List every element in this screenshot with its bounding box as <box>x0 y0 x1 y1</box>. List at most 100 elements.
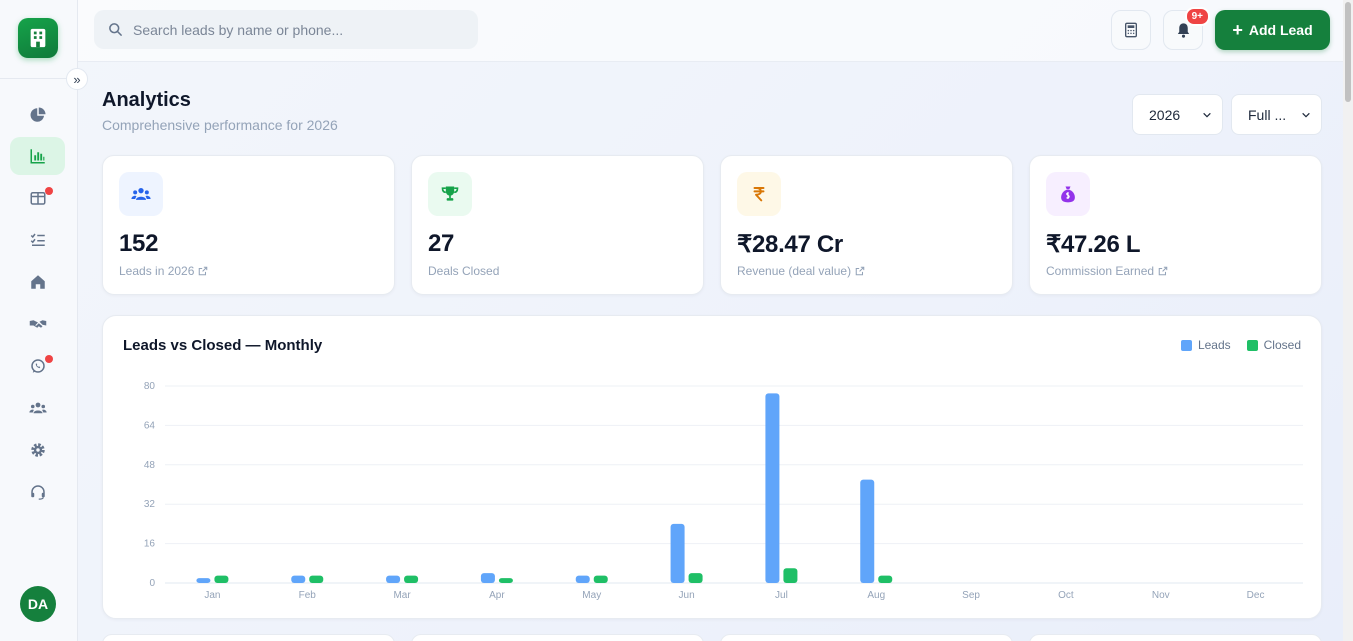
calculator-button[interactable] <box>1111 10 1151 50</box>
y-tick-label: 80 <box>144 381 156 392</box>
page-subtitle: Comprehensive performance for 2026 <box>102 117 338 133</box>
chevron-down-icon <box>1302 112 1310 118</box>
board-icon <box>30 192 45 205</box>
y-tick-label: 16 <box>144 539 156 550</box>
y-tick-label: 32 <box>144 499 156 510</box>
sidebar: DA <box>0 0 78 641</box>
kpi-label: Commission Earned <box>1046 264 1168 278</box>
bar-leads-feb[interactable] <box>291 575 306 583</box>
add-lead-button[interactable]: + Add Lead <box>1215 10 1330 50</box>
kpi-value: 152 <box>119 230 159 257</box>
x-tick-label: Sep <box>962 590 980 601</box>
money-bag-icon <box>1061 186 1075 203</box>
kpi-label: Leads in 2026 <box>119 264 208 278</box>
external-link-icon <box>199 266 208 276</box>
kpi-icon-box <box>119 172 163 216</box>
kpi-value: ₹47.26 L <box>1046 231 1141 258</box>
kpi-label: Deals Closed <box>428 264 499 278</box>
kpi-card-commission[interactable]: ₹47.26 L Commission Earned <box>1029 155 1322 295</box>
next-card <box>411 634 704 641</box>
kpi-label-text: Leads in 2026 <box>119 264 195 278</box>
kpi-card-revenue[interactable]: ₹28.47 Cr Revenue (deal value) <box>720 155 1013 295</box>
search-icon <box>109 23 122 36</box>
bar-leads-jun[interactable] <box>670 523 685 583</box>
bar-leads-mar[interactable] <box>386 575 401 583</box>
x-tick-label: Feb <box>299 590 317 601</box>
plus-icon: + <box>1232 20 1243 40</box>
kpi-label: Revenue (deal value) <box>737 264 865 278</box>
y-tick-label: 64 <box>144 420 156 431</box>
bar-closed-apr[interactable] <box>498 578 513 583</box>
x-tick-label: Jan <box>204 590 220 601</box>
sidebar-item-team[interactable] <box>10 389 65 427</box>
app-logo[interactable] <box>18 18 58 58</box>
bar-leads-jul[interactable] <box>765 393 780 583</box>
handshake-icon <box>29 320 46 328</box>
kpi-card-leads[interactable]: 152 Leads in 2026 <box>102 155 395 295</box>
bar-closed-jun[interactable] <box>688 573 703 583</box>
notification-dot <box>45 187 53 195</box>
kpi-card-deals[interactable]: 27 Deals Closed <box>411 155 704 295</box>
bar-closed-mar[interactable] <box>404 575 419 583</box>
bar-leads-jan[interactable] <box>196 578 211 583</box>
next-card <box>1029 634 1322 641</box>
sidebar-item-deals[interactable] <box>10 305 65 343</box>
page-title: Analytics <box>102 89 191 111</box>
search-input[interactable] <box>133 21 453 38</box>
year-select[interactable]: 2026 <box>1132 94 1223 135</box>
year-select-value: 2026 <box>1149 106 1181 123</box>
next-card <box>720 634 1013 641</box>
kpi-value: ₹28.47 Cr <box>737 231 843 258</box>
sidebar-item-properties[interactable] <box>10 263 65 301</box>
whatsapp-icon <box>30 359 45 373</box>
notifications-button[interactable]: 9+ <box>1163 7 1210 50</box>
kpi-icon-box <box>737 172 781 216</box>
external-link-icon <box>1158 266 1168 276</box>
bar-leads-may[interactable] <box>575 575 590 583</box>
add-lead-label: Add Lead <box>1248 22 1313 38</box>
x-tick-label: Aug <box>867 590 885 601</box>
bar-leads-aug[interactable] <box>860 479 875 583</box>
bar-closed-jan[interactable] <box>214 575 229 583</box>
kpi-icon-box <box>1046 172 1090 216</box>
gear-icon <box>30 443 45 457</box>
bar-closed-jul[interactable] <box>783 568 798 583</box>
sidebar-item-pipeline[interactable] <box>10 179 65 217</box>
period-select[interactable]: Full ... <box>1231 94 1322 135</box>
bar-closed-may[interactable] <box>593 575 608 583</box>
sidebar-item-tasks[interactable] <box>10 221 65 259</box>
avatar[interactable]: DA <box>20 586 56 622</box>
page-scrollbar[interactable] <box>1343 0 1353 641</box>
kpi-label-text: Commission Earned <box>1046 264 1155 278</box>
sidebar-collapse-button[interactable]: » <box>66 68 88 90</box>
checklist-icon <box>30 233 45 246</box>
search-box[interactable] <box>94 10 478 49</box>
kpi-icon-box <box>428 172 472 216</box>
pie-chart-icon <box>30 107 45 122</box>
users-icon <box>28 402 47 414</box>
x-tick-label: Oct <box>1058 590 1074 601</box>
bar-leads-apr[interactable] <box>480 573 495 583</box>
x-tick-label: May <box>582 590 601 601</box>
y-tick-label: 0 <box>149 578 155 589</box>
chevrons-right-icon: » <box>73 71 81 87</box>
x-tick-label: Dec <box>1247 590 1265 601</box>
bar-closed-aug[interactable] <box>878 575 893 583</box>
bar-chart-icon <box>30 149 45 164</box>
sidebar-item-settings[interactable] <box>10 431 65 469</box>
monthly-bar-chart: 80 64 48 32 16 0 Jan Feb Mar Apr May Jun Jul Aug Sep Oc… <box>144 381 1303 601</box>
sidebar-item-analytics[interactable] <box>10 137 65 175</box>
bar-closed-feb[interactable] <box>309 575 324 583</box>
kpi-label-text: Revenue (deal value) <box>737 264 852 278</box>
sidebar-item-dashboard[interactable] <box>10 96 65 134</box>
period-select-value: Full ... <box>1248 106 1287 123</box>
sidebar-item-support[interactable] <box>10 473 65 511</box>
building-icon <box>30 28 46 48</box>
scrollbar-thumb[interactable] <box>1345 2 1351 102</box>
x-tick-label: Jun <box>679 590 695 601</box>
chart-card-monthly: Leads vs Closed — Monthly Leads Closed 8… <box>102 315 1322 619</box>
rupee-icon <box>753 187 765 202</box>
sidebar-item-whatsapp[interactable] <box>10 347 65 385</box>
chevron-down-icon <box>1203 112 1211 118</box>
topbar: 9+ + Add Lead <box>78 0 1343 62</box>
